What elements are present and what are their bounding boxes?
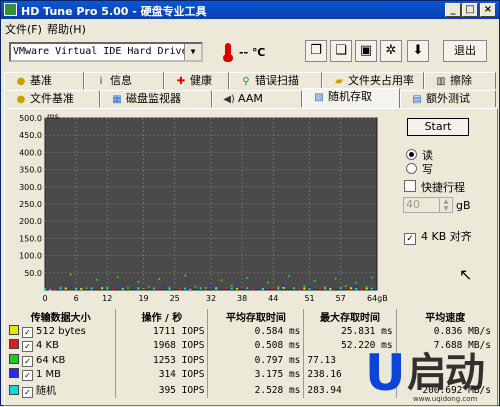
exit-button[interactable]: 退出 (443, 40, 487, 62)
color-swatch (9, 385, 19, 395)
save-icon[interactable]: ▣ (355, 40, 377, 62)
tab-health[interactable]: ✚ 健康 (164, 72, 229, 89)
tab-file-benchmark[interactable]: ● 文件基准 (4, 90, 100, 107)
row-checkbox[interactable]: ✓ (22, 326, 33, 338)
window-title: HD Tune Pro 5.00 - 硬盘专业工具 (21, 5, 207, 18)
tab-info[interactable]: i 信息 (84, 72, 164, 89)
menu-file[interactable]: 文件(F) (5, 21, 42, 37)
watermark-site: www.uqidong.com (413, 395, 478, 403)
magnifier-icon: ⚲ (242, 76, 250, 87)
minimize-button[interactable]: _ (445, 3, 461, 17)
maximize-button[interactable]: □ (462, 3, 478, 17)
chevron-down-icon[interactable]: ▼ (184, 44, 201, 60)
tab-disk-monitor[interactable]: ▦ 磁盘监视器 (100, 90, 212, 107)
spinner-arrows-icon[interactable]: ▲ ▼ (439, 198, 452, 212)
benchmark-icon: ● (16, 76, 26, 87)
close-button[interactable]: × (480, 3, 496, 17)
copy-screenshot-icon[interactable]: ❏ (330, 40, 352, 62)
col-max-access: 最大存取时间 (303, 309, 397, 324)
short-stroke-spinner[interactable]: 40 ▲ ▼ (403, 197, 453, 213)
col-ops: 操作 / 秒 (115, 309, 209, 324)
tab-random-access[interactable]: ▧ 随机存取 (302, 88, 400, 108)
read-radio-dot (406, 149, 417, 160)
temperature-readout: -- ℃ (239, 46, 266, 59)
menu-bar: 文件(F) 帮助(H) (1, 19, 499, 37)
table-row: ✓ 512 bytes 1711 IOPS 0.584 ms 25.831 ms … (6, 324, 494, 339)
color-swatch (9, 368, 19, 379)
drive-select-value: VMware Virtual IDE Hard Drive (64 (13, 46, 203, 57)
short-stroke-checkbox[interactable]: 快捷行程 (404, 179, 465, 195)
row-checkbox[interactable]: ✓ (22, 387, 33, 398)
tab-folder-usage[interactable]: ▰ 文件夹占用率 (322, 72, 424, 89)
app-icon (4, 3, 17, 16)
random-access-icon: ▧ (314, 92, 324, 103)
col-transfer-size: 传输数据大小 (6, 309, 117, 324)
short-stroke-box (404, 180, 416, 192)
row-checkbox[interactable]: ✓ (22, 341, 33, 353)
info-icon: i (99, 76, 103, 87)
download-icon[interactable]: ⬇ (407, 40, 429, 62)
drive-select[interactable]: VMware Virtual IDE Hard Drive (64 ▼ (9, 42, 203, 62)
color-swatch (9, 324, 19, 335)
options-icon[interactable]: ✲ (380, 40, 402, 62)
tab-row-1: ● 基准 i 信息 ✚ 健康 ⚲ 错误扫描 ▰ 文件夹占用率 ▥ 擦除 (1, 72, 499, 90)
col-avg-access: 平均存取时间 (207, 309, 305, 324)
col-avg-speed: 平均速度 (425, 313, 466, 324)
menu-help[interactable]: 帮助(H) (47, 21, 86, 37)
watermark-logo: U 启动 www.uqidong.com (365, 345, 495, 403)
tab-extra-tests[interactable]: ▤ 额外测试 (400, 90, 496, 107)
write-radio[interactable]: 写 (406, 161, 433, 177)
health-cross-icon: ✚ (176, 76, 186, 87)
app-window: HD Tune Pro 5.00 - 硬盘专业工具 _ □ × 文件(F) 帮助… (0, 0, 500, 406)
file-benchmark-icon: ● (16, 94, 26, 105)
watermark-text: 启动 (407, 350, 485, 396)
align-4kb-box: ✓ (404, 233, 416, 245)
title-bar: HD Tune Pro 5.00 - 硬盘专业工具 _ □ × (1, 1, 499, 19)
tab-aam[interactable]: ◀) AAM (212, 90, 302, 107)
speaker-icon: ◀) (223, 94, 235, 105)
start-button[interactable]: Start (407, 118, 469, 136)
extra-tests-icon: ▤ (412, 94, 422, 105)
tab-erase[interactable]: ▥ 擦除 (424, 72, 496, 89)
row-checkbox[interactable]: ✓ (22, 370, 33, 382)
align-4kb-checkbox[interactable]: ✓ 4 KB 对齐 (404, 228, 472, 245)
color-swatch (9, 353, 19, 364)
toolbar: VMware Virtual IDE Hard Drive (64 ▼ -- ℃… (1, 37, 499, 69)
thermometer-icon (223, 43, 233, 62)
watermark-glyph: U (365, 344, 406, 402)
color-swatch (9, 339, 19, 350)
tab-benchmark[interactable]: ● 基准 (4, 72, 84, 89)
trash-icon: ▥ (436, 76, 446, 87)
write-radio-dot (406, 163, 417, 174)
short-stroke-unit: gB (456, 199, 471, 212)
tab-error-scan[interactable]: ⚲ 错误扫描 (229, 72, 322, 89)
mouse-cursor-icon: ↖ (459, 265, 473, 284)
monitor-chart-icon: ▦ (112, 94, 122, 105)
copy-info-icon[interactable]: ❐ (305, 40, 327, 62)
tab-row-2: ● 文件基准 ▦ 磁盘监视器 ◀) AAM ▧ 随机存取 ▤ 额外测试 (1, 88, 499, 109)
row-checkbox[interactable]: ✓ (22, 355, 33, 367)
